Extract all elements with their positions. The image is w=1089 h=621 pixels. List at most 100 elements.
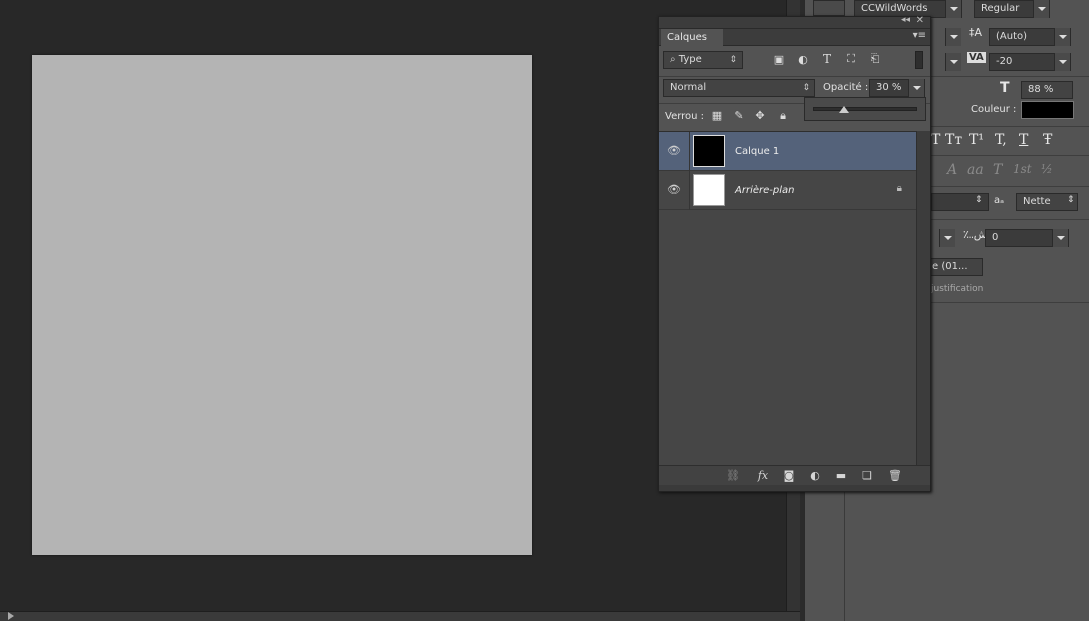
faux-bold-icon[interactable]: T bbox=[931, 132, 940, 148]
language-dropdown-icon[interactable]: ⇕ bbox=[975, 195, 983, 205]
antialias-icon: aₐ bbox=[994, 195, 1005, 206]
layer-thumbnail[interactable] bbox=[693, 174, 725, 206]
search-icon: ⌕ bbox=[670, 54, 679, 65]
layer-row-arriere-plan[interactable]: 👁︎ Arrière-plan 🔒︎ bbox=[659, 171, 916, 210]
kashida-value: 0 bbox=[992, 232, 999, 243]
document-canvas[interactable] bbox=[32, 55, 532, 555]
close-panel-icon[interactable]: ✕ bbox=[916, 15, 924, 26]
layers-panel-titlebar[interactable]: ◂◂ ✕ bbox=[659, 15, 930, 29]
layer-name[interactable]: Arrière-plan bbox=[735, 171, 794, 210]
adjustment-layer-filter-icon[interactable]: ◐ bbox=[795, 53, 811, 66]
eye-icon[interactable]: 👁︎ bbox=[667, 144, 681, 158]
filter-dropdown-icon: ⇕ bbox=[729, 55, 737, 65]
diacritic-dropdown-icon[interactable] bbox=[939, 229, 955, 247]
layer-row-calque-1[interactable]: 👁︎ Calque 1 bbox=[659, 132, 916, 171]
opacity-slider-track[interactable] bbox=[813, 107, 917, 111]
panel-menu-icon[interactable]: ▾≡ bbox=[913, 30, 926, 41]
justification-label: justification bbox=[931, 284, 984, 294]
font-size-dropdown-icon[interactable] bbox=[945, 28, 961, 46]
blend-mode-select[interactable]: Normal ⇕ bbox=[663, 79, 815, 97]
eye-icon[interactable]: 👁︎ bbox=[667, 183, 681, 197]
leading-dropdown-icon[interactable] bbox=[1054, 28, 1070, 46]
collapse-panel-icon[interactable]: ◂◂ bbox=[901, 15, 910, 25]
lock-icon: 🔒︎ bbox=[896, 183, 902, 194]
layers-panel: ◂◂ ✕ Calques ▾≡ ⌕ Type ⇕ ▣ ◐ T ⛶ ⎗ Norma… bbox=[658, 15, 931, 492]
text-color-swatch[interactable] bbox=[1021, 101, 1074, 119]
font-style-value: Regular bbox=[981, 3, 1020, 14]
font-family-value: CCWildWords bbox=[861, 3, 928, 14]
kashida-dropdown-icon[interactable] bbox=[1052, 229, 1068, 247]
kashida-icon: ؊ش bbox=[963, 228, 988, 241]
divider bbox=[931, 76, 1089, 77]
filter-toggle-switch[interactable] bbox=[915, 51, 923, 69]
layer-list-scrollbar[interactable] bbox=[916, 131, 930, 465]
tab-calques[interactable]: Calques bbox=[661, 29, 723, 46]
layer-filter-value: Type bbox=[678, 54, 702, 65]
divider bbox=[931, 219, 1089, 220]
tab-calques-label: Calques bbox=[667, 32, 707, 43]
opacity-slider-knob[interactable] bbox=[839, 106, 850, 113]
antialias-value: Nette bbox=[1023, 196, 1051, 207]
opacity-slider-popup bbox=[804, 97, 926, 121]
panel-resize-grip[interactable] bbox=[659, 485, 930, 491]
divider bbox=[931, 186, 1089, 187]
blend-mode-dropdown-icon: ⇕ bbox=[802, 83, 810, 93]
font-style-dropdown-icon[interactable] bbox=[1033, 0, 1049, 18]
swash-icon[interactable]: A bbox=[947, 162, 957, 178]
antialias-dropdown-icon[interactable]: ⇕ bbox=[1067, 195, 1075, 205]
divider bbox=[931, 126, 1089, 127]
dictionary-select[interactable]: e (01... bbox=[925, 258, 983, 276]
leading-value: (Auto) bbox=[996, 31, 1028, 42]
new-group-icon[interactable]: ▬ bbox=[833, 469, 849, 482]
opacity-label: Opacité : bbox=[823, 82, 869, 93]
strikethrough-icon[interactable]: Ŧ bbox=[1043, 132, 1052, 148]
shape-layer-filter-icon[interactable]: ⛶ bbox=[843, 52, 859, 66]
workspace-horizontal-scrollbar[interactable] bbox=[0, 611, 800, 621]
fx-icon[interactable]: fx bbox=[755, 469, 771, 482]
font-family-dropdown-icon[interactable] bbox=[945, 0, 961, 18]
divider bbox=[689, 171, 690, 210]
alternates-icon[interactable]: aa bbox=[967, 162, 984, 178]
trash-icon[interactable]: 🗑︎ bbox=[887, 469, 903, 482]
superscript-icon[interactable]: T¹ bbox=[969, 132, 984, 148]
lock-transparent-pixels-icon[interactable]: ▦ bbox=[709, 109, 725, 122]
pixel-layer-filter-icon[interactable]: ▣ bbox=[771, 53, 787, 66]
scroll-left-arrow-icon[interactable] bbox=[8, 612, 14, 620]
lock-label: Verrou : bbox=[665, 111, 705, 122]
vertical-scale-icon: T bbox=[1000, 80, 1010, 96]
vertical-scale-value: 88 % bbox=[1028, 84, 1054, 95]
lock-all-icon[interactable]: 🔒︎ bbox=[775, 109, 791, 123]
color-label: Couleur : bbox=[971, 104, 1017, 115]
small-caps-icon[interactable]: Tт bbox=[945, 132, 962, 148]
layer-list: 👁︎ Calque 1 👁︎ Arrière-plan 🔒︎ bbox=[659, 131, 916, 465]
tracking-dropdown-icon[interactable] bbox=[1054, 53, 1070, 71]
adjustment-layer-icon[interactable]: ◐ bbox=[807, 469, 823, 482]
kerning-dropdown-icon[interactable] bbox=[945, 53, 961, 71]
type-layer-filter-icon[interactable]: T bbox=[819, 52, 835, 66]
lock-image-pixels-icon[interactable]: ✎ bbox=[731, 109, 747, 122]
character-panel-toggle-button[interactable] bbox=[813, 0, 845, 16]
divider bbox=[931, 155, 1089, 156]
layer-name[interactable]: Calque 1 bbox=[735, 132, 779, 171]
dictionary-value: e (01... bbox=[932, 261, 968, 272]
vertical-scale-input[interactable]: 88 % bbox=[1021, 81, 1073, 99]
ordinals-icon[interactable]: 1st bbox=[1013, 162, 1032, 176]
lock-position-icon[interactable]: ✥ bbox=[752, 109, 768, 122]
opacity-dropdown-icon[interactable] bbox=[908, 79, 924, 97]
smart-object-filter-icon[interactable]: ⎗ bbox=[867, 52, 883, 66]
layer-filter-select[interactable]: ⌕ Type ⇕ bbox=[663, 51, 743, 69]
subscript-icon[interactable]: T, bbox=[995, 132, 1007, 148]
leading-icon: ‡A bbox=[969, 26, 983, 39]
new-layer-icon[interactable]: ❏ bbox=[859, 469, 875, 482]
underline-icon[interactable]: T bbox=[1019, 132, 1028, 148]
divider bbox=[689, 132, 690, 171]
tracking-value: -20 bbox=[996, 56, 1013, 67]
fractions-icon[interactable]: ½ bbox=[1041, 162, 1053, 176]
opacity-value: 30 % bbox=[876, 82, 902, 93]
blend-mode-value: Normal bbox=[670, 82, 707, 93]
layer-thumbnail[interactable] bbox=[693, 135, 725, 167]
divider bbox=[659, 76, 930, 77]
link-layers-icon[interactable]: ⛓ bbox=[725, 469, 741, 482]
add-mask-icon[interactable]: ◙ bbox=[781, 469, 797, 482]
titling-icon[interactable]: T bbox=[993, 162, 1002, 178]
